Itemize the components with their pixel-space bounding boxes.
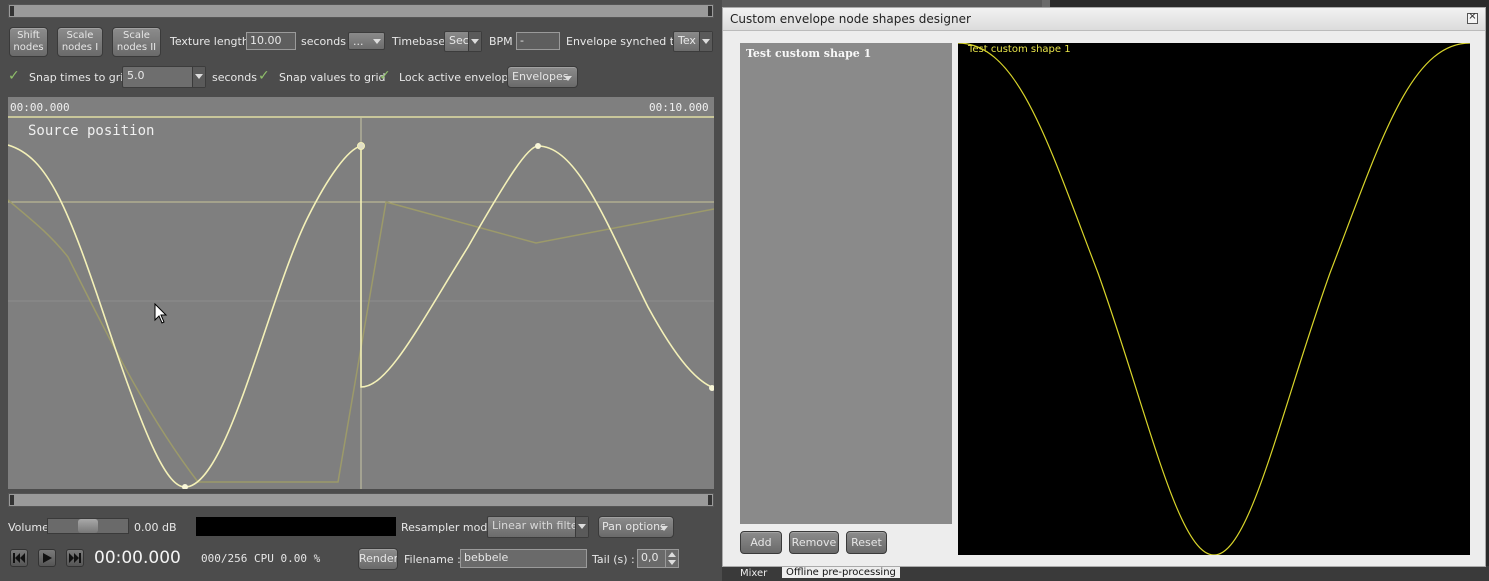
play-button[interactable] xyxy=(38,549,56,567)
top-scrollbar[interactable] xyxy=(8,4,714,18)
render-button-label: Render xyxy=(359,552,398,565)
tail-label: Tail (s) : xyxy=(592,553,635,566)
volume-label: Volume xyxy=(8,521,49,534)
envelope-curves xyxy=(8,117,714,489)
scale-nodes-2-label-1: Scale xyxy=(123,30,150,41)
shape-list[interactable]: Test custom shape 1 xyxy=(740,43,952,524)
bpm-input[interactable]: - xyxy=(516,32,560,50)
add-button[interactable]: Add xyxy=(740,531,782,554)
resampler-label: Resampler mode xyxy=(401,521,495,534)
texture-length-label: Texture length xyxy=(170,35,249,48)
play-icon xyxy=(43,553,52,563)
envelope-editor[interactable]: 00:00.000 00:10.000 Source position xyxy=(8,97,714,489)
timebase-chevron-down-icon xyxy=(468,32,481,51)
snap-values-label: Snap values to grid xyxy=(279,71,386,84)
background-bottom: Mixer Offline pre-processing xyxy=(722,566,1489,581)
tail-up-icon[interactable] xyxy=(668,552,676,557)
tail-down-icon[interactable] xyxy=(668,560,676,565)
seconds-combo-value: ... xyxy=(353,35,364,48)
pan-options-label: Pan options xyxy=(602,520,666,533)
timebase-label: Timebase xyxy=(392,35,446,48)
shift-nodes-button[interactable]: Shift nodes xyxy=(9,27,48,57)
envelopes-chevron-down-icon xyxy=(564,76,572,81)
shape-list-item[interactable]: Test custom shape 1 xyxy=(746,47,871,60)
envelope-synched-value: Tex xyxy=(678,34,696,47)
time-display: 00:00.000 xyxy=(94,548,181,568)
seconds-label: seconds xyxy=(301,35,346,48)
shift-nodes-label-2: nodes xyxy=(13,42,44,53)
envelope-synched-chevron-down-icon xyxy=(699,32,712,51)
fast-forward-button[interactable] xyxy=(66,549,84,567)
tail-input[interactable]: 0,0 xyxy=(637,549,667,568)
resampler-value: Linear with filter xyxy=(492,519,583,532)
volume-slider[interactable] xyxy=(47,518,129,534)
scale-nodes-2-button[interactable]: Scale nodes II xyxy=(112,27,161,57)
snap-times-checkbox-icon[interactable]: ✓ xyxy=(8,69,20,83)
filename-label: Filename : xyxy=(404,553,461,566)
rewind-icon xyxy=(13,553,25,563)
shape-preview[interactable]: Test custom shape 1 xyxy=(958,43,1470,555)
volume-value: 0.00 dB xyxy=(134,521,177,534)
scale-nodes-1-button[interactable]: Scale nodes I xyxy=(57,27,103,57)
dialog-title: Custom envelope node shapes designer xyxy=(730,12,971,26)
add-button-label: Add xyxy=(750,536,772,549)
mouse-cursor-icon xyxy=(154,303,168,324)
pan-options-chevron-down-icon xyxy=(660,526,668,531)
reset-button-label: Reset xyxy=(851,536,882,549)
shift-nodes-label-1: Shift xyxy=(17,30,40,41)
lock-envelope-checkbox-icon[interactable]: ✓ xyxy=(379,69,391,83)
tail-spinner[interactable] xyxy=(665,549,679,568)
rewind-button[interactable] xyxy=(10,549,28,567)
scale-nodes-2-label-2: nodes II xyxy=(116,42,157,53)
render-button[interactable]: Render xyxy=(358,548,398,570)
scale-nodes-1-label-2: nodes I xyxy=(61,42,99,53)
envelopes-button[interactable]: Envelopes xyxy=(507,66,578,88)
seconds-combo-chevron-down-icon xyxy=(373,39,381,44)
snap-values-checkbox-icon[interactable]: ✓ xyxy=(258,69,270,83)
cpu-status: 000/256 CPU 0.00 % xyxy=(201,552,321,565)
remove-button[interactable]: Remove xyxy=(789,531,839,554)
level-meter xyxy=(196,517,396,536)
preview-curve xyxy=(958,43,1470,555)
scale-nodes-1-label-1: Scale xyxy=(66,30,94,41)
volume-slider-handle[interactable] xyxy=(78,519,98,533)
dialog-titlebar[interactable]: Custom envelope node shapes designer × xyxy=(723,8,1485,31)
reset-button[interactable]: Reset xyxy=(846,531,887,554)
envelope-synched-combo[interactable]: Tex xyxy=(673,31,713,52)
bpm-label: BPM xyxy=(489,35,513,48)
mixer-text: Mixer xyxy=(740,568,768,579)
timebase-value: Sec xyxy=(449,34,469,47)
resampler-combo[interactable]: Linear with filter xyxy=(487,516,589,538)
snap-times-chevron-down-icon xyxy=(192,67,205,87)
close-icon: × xyxy=(1468,11,1477,22)
snap-times-combo[interactable]: 5.0 xyxy=(122,66,206,88)
resampler-chevron-down-icon xyxy=(575,517,588,537)
shape-list-item-label: Test custom shape 1 xyxy=(746,47,872,60)
snap-times-label: Snap times to grid xyxy=(29,71,131,84)
shape-designer-dialog: Custom envelope node shapes designer × T… xyxy=(722,7,1486,567)
lock-envelope-label: Lock active envelope xyxy=(399,71,516,84)
envelopes-button-label: Envelopes xyxy=(512,70,569,83)
remove-button-label: Remove xyxy=(791,536,837,549)
timebase-combo[interactable]: Sec xyxy=(444,31,482,52)
bottom-scrollbar[interactable] xyxy=(8,493,714,507)
seconds-combo[interactable]: ... xyxy=(348,32,385,50)
snap-times-value: 5.0 xyxy=(127,69,145,82)
snap-seconds-label: seconds xyxy=(212,71,257,84)
envelope-synched-label: Envelope synched to xyxy=(566,35,681,48)
dialog-close-button[interactable]: × xyxy=(1467,11,1478,24)
main-window: Shift nodes Scale nodes I Scale nodes II… xyxy=(0,0,722,581)
filename-input[interactable]: bebbele xyxy=(460,549,587,568)
offline-preprocessing-text: Offline pre-processing xyxy=(782,567,900,578)
fast-forward-icon xyxy=(69,553,81,563)
texture-length-input[interactable]: 10.00 xyxy=(246,32,296,50)
pan-options-button[interactable]: Pan options xyxy=(598,516,674,538)
